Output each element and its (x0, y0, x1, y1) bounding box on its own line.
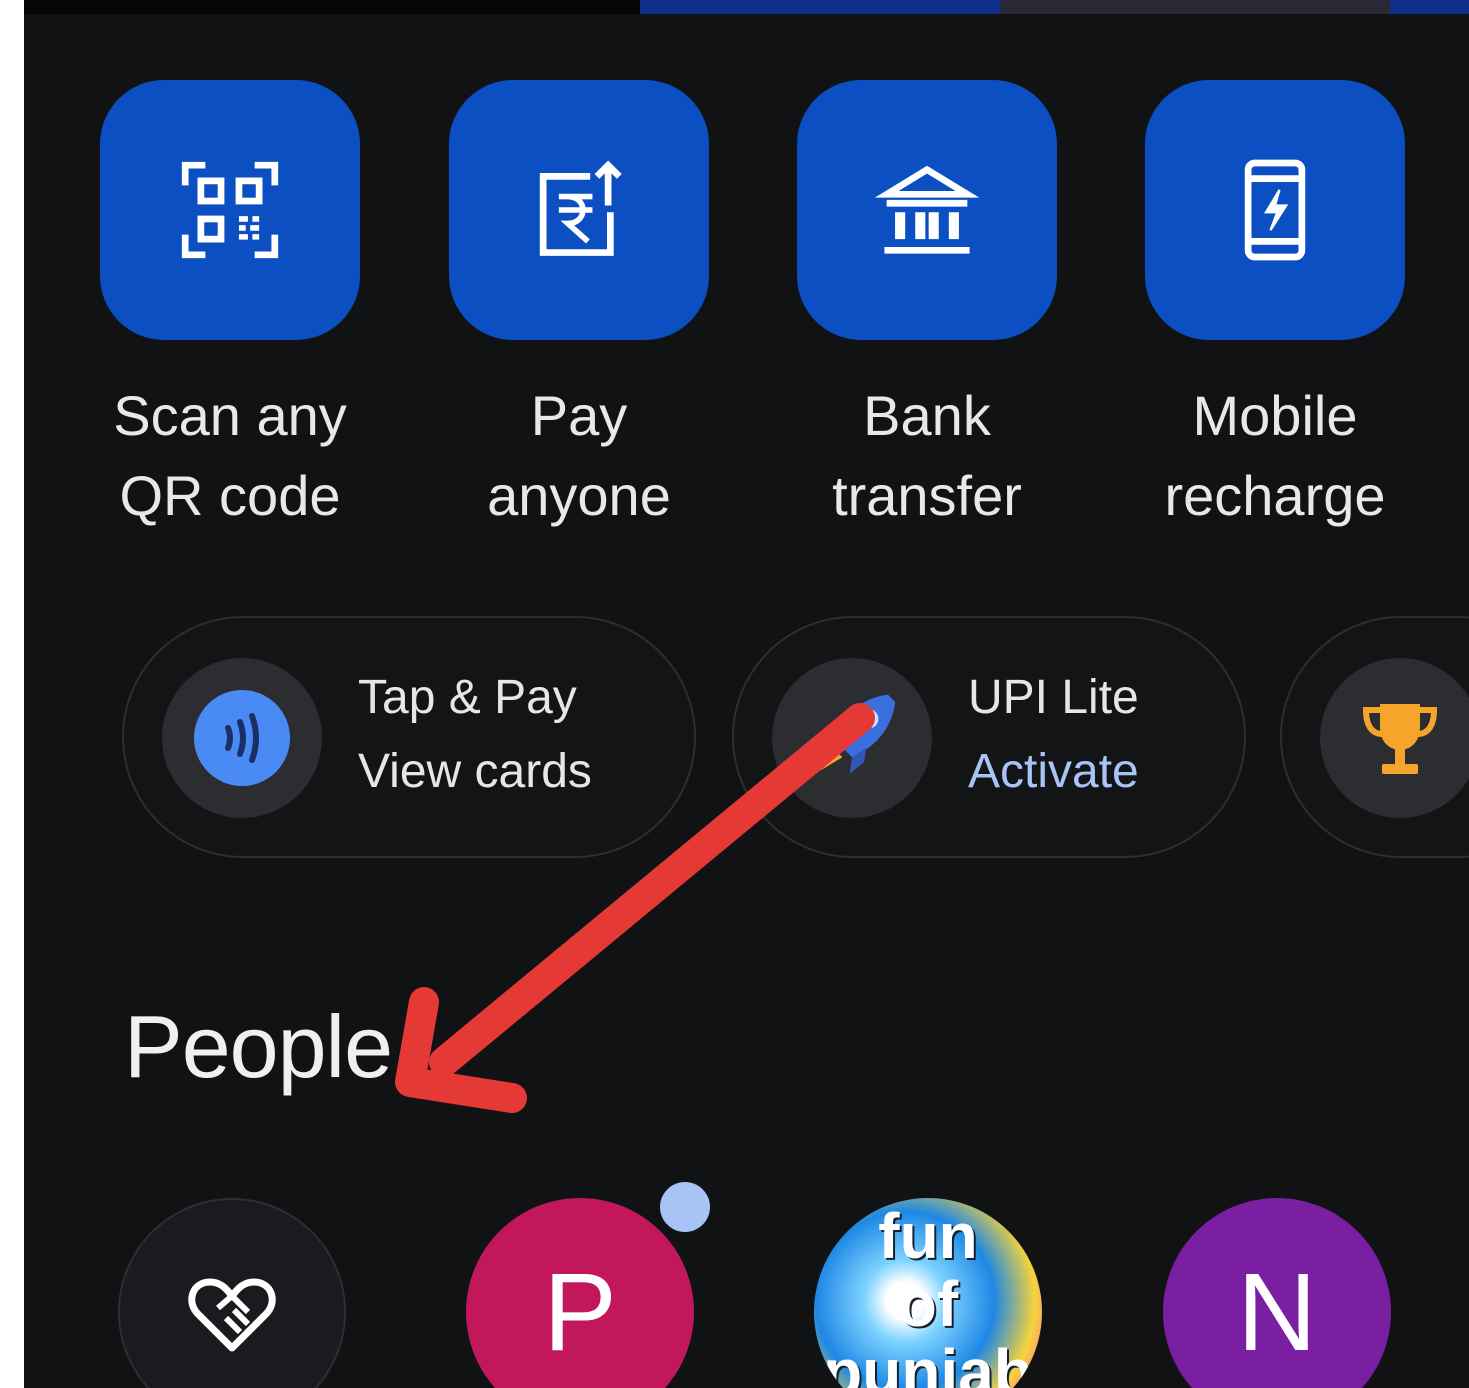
view-cards-link[interactable]: View cards (358, 744, 592, 799)
top-banner-edge (24, 0, 1469, 14)
donate-avatar[interactable] (118, 1198, 346, 1388)
contact-avatar-fun-of-punjab[interactable]: fun of punjab (814, 1198, 1042, 1388)
rupee-send-icon (539, 160, 622, 256)
unread-indicator (660, 1182, 710, 1232)
avatar-initial-p: P (543, 1250, 617, 1374)
rocket-icon (816, 694, 896, 774)
contactless-icon (194, 690, 290, 786)
scan-qr-label: Scan any QR code (113, 384, 347, 527)
qr-scan-icon (181, 161, 279, 259)
bank-icon (874, 165, 980, 254)
people-section-title: People (124, 997, 393, 1096)
mobile-recharge-label: Mobile recharge (1164, 384, 1386, 527)
scan-qr-button[interactable] (100, 80, 360, 340)
bank-transfer-label: Bank transfer (832, 384, 1022, 527)
avatar-initial-n: N (1237, 1250, 1317, 1374)
mobile-charge-icon (1244, 159, 1306, 261)
pay-anyone-button[interactable] (449, 80, 709, 340)
contact-avatar-p[interactable]: P (466, 1198, 694, 1388)
activate-link[interactable]: Activate (968, 744, 1139, 799)
gpay-home-screen: Scan any QR code Pay anyone Bank transfe… (24, 0, 1469, 1388)
avatar-image-text: fun of punjab (823, 1200, 1033, 1388)
upi-lite-icon-circle (772, 658, 932, 818)
trophy-icon (1362, 704, 1438, 774)
rewards-chip[interactable] (1280, 616, 1469, 858)
mobile-recharge-button[interactable] (1145, 80, 1405, 340)
heart-handshake-icon (188, 1278, 276, 1352)
tap-pay-title: Tap & Pay (358, 671, 577, 724)
bank-transfer-button[interactable] (797, 80, 1057, 340)
pay-anyone-label: Pay anyone (487, 384, 671, 527)
tap-and-pay-chip[interactable]: Tap & Pay View cards (122, 616, 696, 858)
rewards-icon-circle (1320, 658, 1469, 818)
tap-pay-icon-circle (162, 658, 322, 818)
upi-lite-chip[interactable]: UPI Lite Activate (732, 616, 1246, 858)
upi-lite-title: UPI Lite (968, 671, 1139, 724)
banner-image-edge (1000, 0, 1390, 14)
contact-avatar-n[interactable]: N (1163, 1198, 1391, 1388)
